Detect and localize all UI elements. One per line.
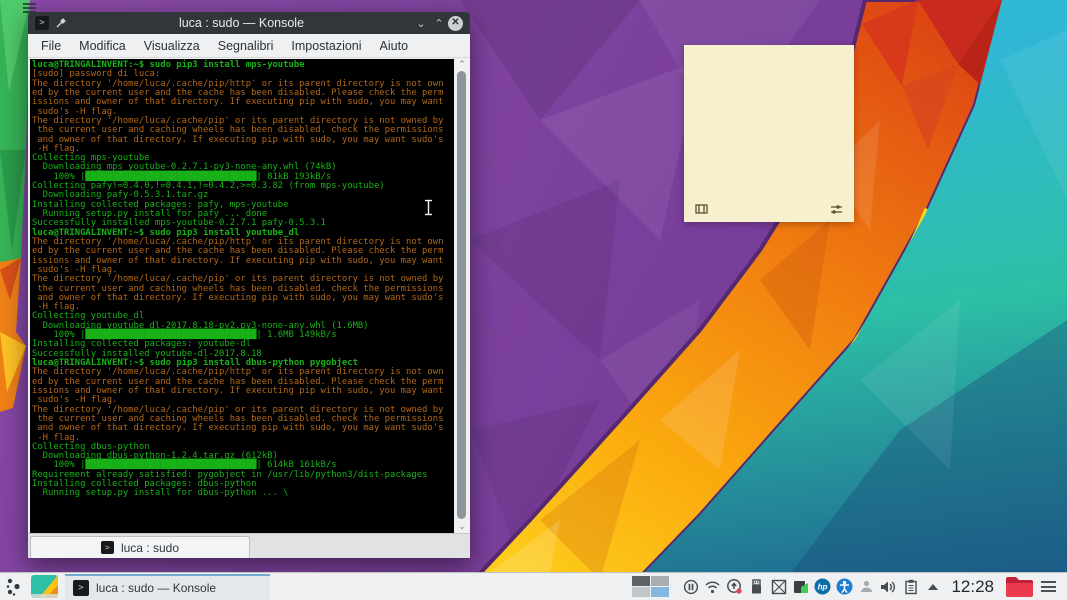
panel-menu-icon[interactable] [1041, 581, 1056, 592]
menu-modifica[interactable]: Modifica [70, 39, 135, 53]
terminal-line: Running setup.py install for dbus-python… [32, 488, 289, 499]
pause-icon[interactable] [682, 578, 699, 595]
task-label: luca : sudo — Konsole [96, 580, 217, 595]
tray-expander-icon[interactable] [924, 578, 941, 595]
desktop-folder-icon[interactable] [31, 575, 58, 598]
system-tray: hp 12:28 [632, 575, 1067, 599]
terminal-output[interactable]: luca@TRINGALINVENT:~$ sudo pip3 install … [30, 59, 454, 534]
close-button[interactable]: ✕ [448, 15, 463, 31]
kde-launcher-icon[interactable] [3, 575, 27, 599]
recorder-icon[interactable] [792, 578, 809, 595]
konsole-window: > luca : sudo — Konsole ⌄ ⌃ ✕ File Modifi… [28, 12, 470, 558]
scrollbar-thumb[interactable] [457, 71, 466, 519]
user-idle-icon[interactable] [858, 578, 875, 595]
tab-bar: > luca : sudo [28, 533, 470, 558]
hp-printer-icon[interactable]: hp [814, 578, 831, 595]
window-titlebar[interactable]: > luca : sudo — Konsole ⌄ ⌃ ✕ [28, 12, 470, 34]
konsole-task-icon: > [73, 579, 89, 596]
frame-icon[interactable] [770, 578, 787, 595]
updates-icon[interactable] [726, 578, 743, 595]
digital-clock[interactable]: 12:28 [951, 577, 994, 597]
red-folder-icon[interactable] [1004, 575, 1034, 599]
virtual-desktop-pager[interactable] [632, 576, 670, 597]
clipboard-icon[interactable] [902, 578, 919, 595]
scroll-down-icon[interactable]: ⌄ [454, 521, 470, 531]
menu-visualizza[interactable]: Visualizza [135, 39, 209, 53]
settings-sliders-icon[interactable] [830, 203, 843, 215]
maximize-button[interactable]: ⌃ [430, 15, 448, 31]
volume-icon[interactable] [880, 578, 897, 595]
menu-impostazioni[interactable]: Impostazioni [282, 39, 370, 53]
pin-icon [56, 18, 66, 28]
text-cursor-icon [425, 199, 432, 216]
terminal-line: and owner of that directory. If executin… [32, 292, 444, 303]
terminal-line: and owner of that directory. If executin… [32, 134, 444, 145]
terminal-frame: luca@TRINGALINVENT:~$ sudo pip3 install … [28, 58, 470, 534]
wifi-icon[interactable] [704, 578, 721, 595]
terminal-line: and owner of that directory. If executin… [32, 423, 444, 434]
konsole-app-icon: > [35, 16, 49, 30]
menu-segnalibri[interactable]: Segnalibri [209, 39, 283, 53]
taskbar-panel: > luca : sudo — Konsole hp 12:28 [0, 572, 1067, 600]
svg-text:hp: hp [818, 583, 828, 592]
scroll-up-icon[interactable]: ⌃ [454, 59, 470, 69]
menu-file[interactable]: File [32, 39, 70, 53]
menu-aiuto[interactable]: Aiuto [371, 39, 418, 53]
usb-device-icon[interactable] [748, 578, 765, 595]
tab-luca-sudo[interactable]: > luca : sudo [30, 536, 250, 558]
tab-label: luca : sudo [120, 540, 180, 555]
terminal-scrollbar[interactable]: ⌃ ⌄ [454, 58, 470, 534]
terminal-tab-icon: > [100, 541, 114, 554]
menu-bar: File Modifica Visualizza Segnalibri Impostaz… [28, 34, 470, 58]
sticky-note-widget[interactable] [684, 45, 854, 222]
task-button-konsole[interactable]: > luca : sudo — Konsole [65, 573, 270, 600]
minimize-button[interactable]: ⌄ [412, 15, 430, 31]
window-title: luca : sudo — Konsole [178, 16, 305, 30]
accessibility-icon[interactable] [836, 578, 853, 595]
format-toolbar-icon[interactable] [695, 203, 708, 215]
